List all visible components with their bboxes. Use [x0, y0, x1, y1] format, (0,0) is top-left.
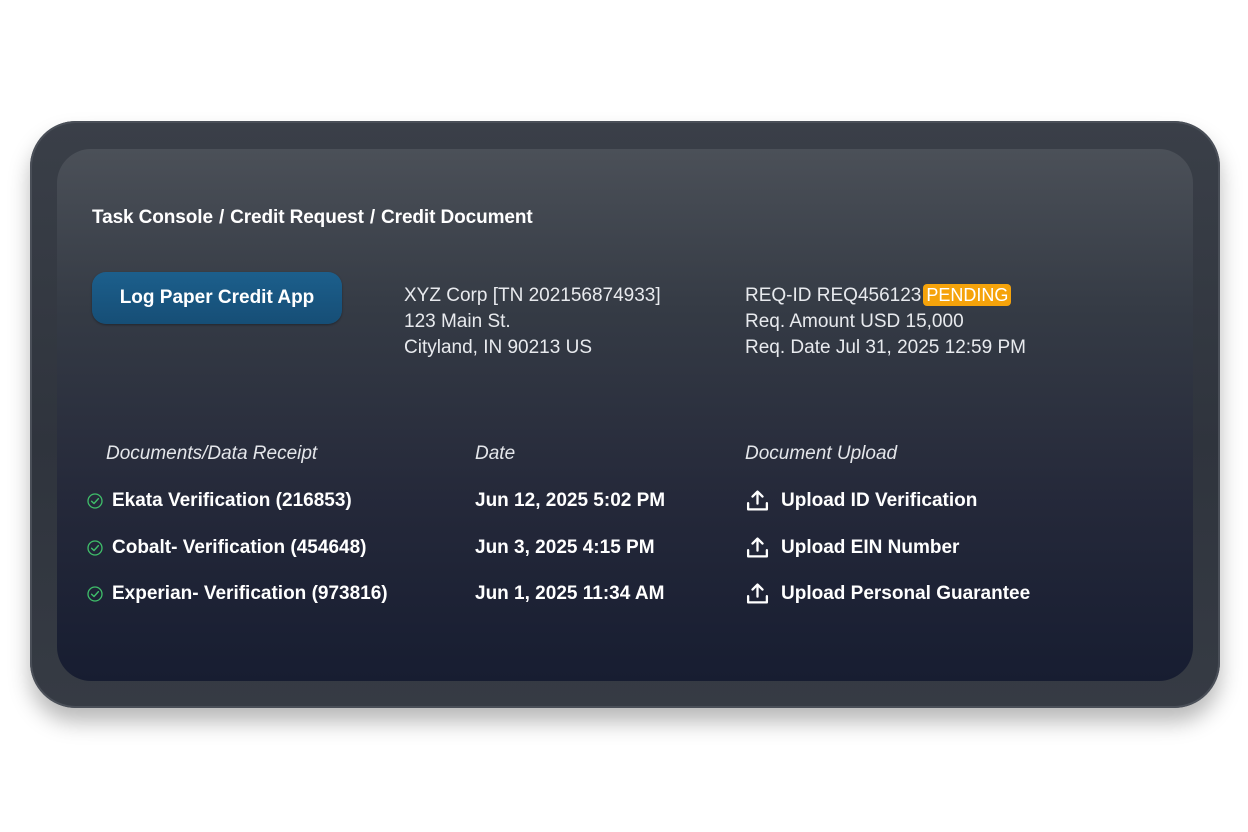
check-circle-icon [87, 586, 103, 602]
upload-icon[interactable] [745, 535, 770, 560]
table-row: Ekata Verification (216853) Jun 12, 2025… [57, 486, 1193, 516]
breadcrumb-credit-document: Credit Document [381, 207, 533, 228]
breadcrumb: Task Console / Credit Request / Credit Docum… [92, 207, 533, 229]
breadcrumb-credit-request[interactable]: Credit Request [230, 207, 364, 228]
request-amount: Req. Amount USD 15,000 [745, 311, 964, 332]
document-date: Jun 1, 2025 11:34 AM [475, 583, 665, 604]
column-header-upload: Document Upload [745, 443, 898, 464]
upload-icon[interactable] [745, 488, 770, 513]
console-screen: Task Console / Credit Request / Credit Docum… [57, 149, 1193, 681]
check-circle-icon [87, 493, 103, 509]
request-id: REQ-ID REQ456123 [745, 285, 922, 306]
column-header-documents: Documents/Data Receipt [106, 443, 318, 464]
request-date: Req. Date Jul 31, 2025 12:59 PM [745, 337, 1026, 358]
column-header-date: Date [475, 443, 516, 464]
company-info: XYZ Corp [TN 202156874933] 123 Main St. … [404, 283, 661, 361]
breadcrumb-separator: / [369, 207, 376, 228]
request-info: REQ-ID REQ456123 PENDING Req. Amount USD … [745, 283, 1026, 361]
upload-ein-number-link[interactable]: Upload EIN Number [781, 533, 959, 563]
document-name: Experian- Verification (973816) [112, 583, 388, 604]
breadcrumb-separator: / [218, 207, 225, 228]
status-badge: PENDING [923, 284, 1012, 306]
table-row: Cobalt- Verification (454648) Jun 3, 202… [57, 533, 1193, 563]
document-date: Jun 12, 2025 5:02 PM [475, 490, 666, 511]
document-name: Ekata Verification (216853) [112, 490, 352, 511]
log-paper-credit-app-button[interactable]: Log Paper Credit App [92, 272, 342, 324]
device-frame: Task Console / Credit Request / Credit Docum… [30, 121, 1220, 708]
document-name: Cobalt- Verification (454648) [112, 537, 367, 558]
breadcrumb-task-console[interactable]: Task Console [92, 207, 213, 228]
upload-icon[interactable] [745, 581, 770, 606]
company-city: Cityland, IN 90213 US [404, 337, 592, 358]
check-circle-icon [87, 540, 103, 556]
company-name: XYZ Corp [TN 202156874933] [404, 285, 661, 306]
request-id-line: REQ-ID REQ456123 PENDING [745, 283, 1026, 309]
table-row: Experian- Verification (973816) Jun 1, 2… [57, 579, 1193, 609]
upload-id-verification-link[interactable]: Upload ID Verification [781, 486, 977, 516]
upload-personal-guarantee-link[interactable]: Upload Personal Guarantee [781, 579, 1030, 609]
company-street: 123 Main St. [404, 311, 511, 332]
document-date: Jun 3, 2025 4:15 PM [475, 537, 655, 558]
